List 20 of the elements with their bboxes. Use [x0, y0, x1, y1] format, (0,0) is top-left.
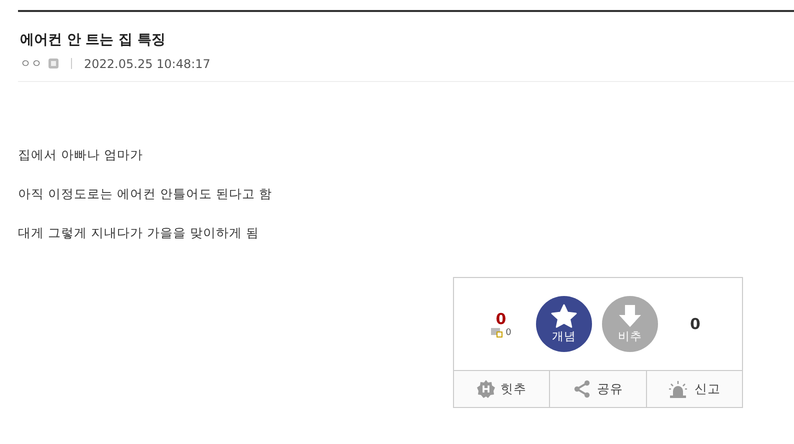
post-date: 2022.05.25 10:48:17 — [84, 56, 210, 70]
upvote-count: 0 — [496, 310, 506, 328]
star-icon — [551, 304, 577, 328]
post-title: 에어컨 안 트는 집 특징 — [20, 31, 166, 50]
fixed-user-icon — [490, 328, 503, 338]
body-paragraph: 집에서 아빠나 엄마가 — [18, 147, 144, 163]
down-arrow-icon — [618, 304, 642, 328]
share-button[interactable]: 공유 — [549, 371, 646, 407]
upvote-button[interactable]: 개념 — [536, 296, 592, 352]
member-badge-icon — [48, 58, 59, 69]
body-paragraph: 대게 그렇게 지내다가 가을을 맞이하게 됨 — [18, 225, 260, 241]
hit-button[interactable]: 힛추 — [454, 371, 550, 407]
share-icon — [572, 380, 591, 398]
h-badge-icon — [476, 380, 495, 398]
downvote-count: 0 — [690, 315, 700, 333]
body-paragraph: 아직 이정도로는 에어컨 안틀어도 된다고 함 — [18, 186, 273, 202]
author-name[interactable]: ㅇㅇ — [20, 56, 42, 71]
report-button[interactable]: 신고 — [646, 371, 742, 407]
fixed-upvote-count: 0 — [506, 328, 512, 338]
siren-icon — [668, 380, 688, 398]
